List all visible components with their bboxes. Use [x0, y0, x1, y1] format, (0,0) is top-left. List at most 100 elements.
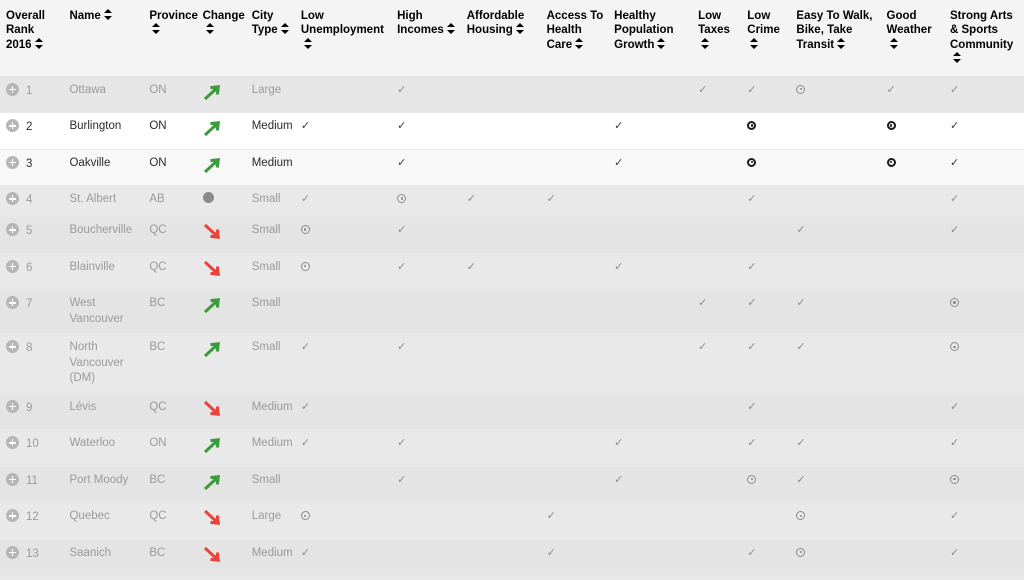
table-row[interactable]: 13 Saanich BC Medium ✓ ✓ ✓ ✓: [0, 539, 1024, 577]
expand-plus-icon[interactable]: [6, 223, 19, 237]
column-header-high_inc[interactable]: High Incomes: [391, 0, 461, 77]
mark-cell-weather: [880, 575, 944, 580]
sort-toggle-icon[interactable]: [889, 37, 898, 49]
rank-value: 4: [26, 194, 33, 207]
table-row[interactable]: 12 Quebec QC Large ✓ ✓: [0, 502, 1024, 540]
column-header-low_crime[interactable]: Low Crime: [741, 0, 791, 77]
column-header-pop_growth[interactable]: Healthy Population Growth: [608, 0, 693, 77]
rank-cell: 14: [0, 575, 64, 580]
mark-cell-arts: ✓: [944, 502, 1024, 540]
check-mark-icon: ✓: [796, 437, 806, 450]
mark-cell-high_inc: [391, 289, 461, 335]
table-row[interactable]: 1 Ottawa ON Large ✓ ✓ ✓ ✓ ✓: [0, 76, 1024, 114]
sort-toggle-icon[interactable]: [515, 23, 524, 35]
expand-plus-icon[interactable]: [6, 399, 19, 413]
check-mark-icon: ✓: [397, 341, 407, 354]
column-header-label: Low Crime: [747, 10, 780, 37]
city-name-cell: Port Moody: [63, 466, 144, 504]
table-row[interactable]: 7 West Vancouver BC Small ✓ ✓ ✓: [0, 289, 1024, 335]
mark-cell-transit: [790, 112, 881, 150]
mark-cell-weather: ✓: [880, 76, 944, 114]
mark-cell-low_unemp: [294, 149, 392, 187]
expand-plus-icon[interactable]: [6, 509, 19, 523]
table-row[interactable]: 3 Oakville ON Medium ✓ ✓ ✓: [0, 149, 1024, 187]
column-header-afford_hous[interactable]: Affordable Housing: [460, 0, 541, 77]
sort-toggle-icon[interactable]: [750, 37, 759, 49]
expand-plus-icon[interactable]: [6, 436, 19, 450]
sort-toggle-icon[interactable]: [152, 23, 161, 35]
column-header-label: Strong Arts & Sports Community: [950, 10, 1014, 51]
mark-cell-low_unemp: ✓: [294, 333, 392, 394]
expand-plus-icon[interactable]: [6, 296, 19, 310]
column-header-label: Low Unemployment: [300, 10, 384, 37]
city-type-cell: Medium: [245, 149, 295, 187]
green-up-arrow-icon: [203, 156, 225, 174]
sort-toggle-icon[interactable]: [280, 23, 289, 35]
column-header-low_taxes[interactable]: Low Taxes: [692, 0, 742, 77]
column-header-city_type[interactable]: City Type: [245, 0, 295, 77]
table-row[interactable]: 2 Burlington ON Medium ✓ ✓ ✓ ✓: [0, 112, 1024, 150]
column-header-transit[interactable]: Easy To Walk, Bike, Take Transit: [790, 0, 881, 77]
check-mark-icon: ✓: [300, 193, 311, 206]
table-row[interactable]: 11 Port Moody BC Small ✓ ✓ ✓: [0, 466, 1024, 504]
expand-plus-icon[interactable]: [6, 155, 19, 169]
expand-plus-icon[interactable]: [6, 472, 19, 486]
column-header-province[interactable]: Province: [143, 0, 198, 77]
sort-toggle-icon[interactable]: [446, 23, 455, 35]
expand-plus-icon[interactable]: [6, 192, 19, 206]
table-row[interactable]: 5 Boucherville QC Small ✓ ✓ ✓: [0, 216, 1024, 254]
table-row[interactable]: 6 Blainville QC Small ✓ ✓ ✓ ✓: [0, 253, 1024, 291]
change-cell: [196, 112, 246, 150]
expand-plus-icon[interactable]: [6, 545, 19, 559]
table-row[interactable]: 14DeltaBCMedium✓✓✓✓: [0, 575, 1024, 580]
check-mark-icon: ✓: [698, 341, 708, 354]
city-name-cell: Blainville: [63, 253, 144, 291]
column-header-health_care[interactable]: Access To Health Care: [540, 0, 609, 77]
rank-value: 12: [26, 511, 39, 524]
city-type-cell: Small: [245, 289, 295, 335]
sort-toggle-icon[interactable]: [657, 37, 666, 49]
sort-toggle-icon[interactable]: [701, 37, 710, 49]
ranking-table-page: Overall Rank 2016 Name Province Change City …: [0, 0, 1024, 580]
mark-cell-pop_growth: [608, 185, 693, 218]
column-header-arts[interactable]: Strong Arts & Sports Community: [944, 0, 1024, 77]
expand-plus-icon[interactable]: [6, 119, 19, 133]
table-header-row: Overall Rank 2016 Name Province Change City …: [0, 0, 1024, 77]
column-header-name[interactable]: Name: [63, 0, 144, 77]
gear-mark-icon: [747, 121, 757, 131]
change-cell: [196, 216, 246, 254]
mark-cell-weather: [880, 429, 944, 467]
column-header-label: City Type: [251, 10, 278, 37]
sort-toggle-icon[interactable]: [103, 9, 112, 20]
column-header-rank[interactable]: Overall Rank 2016: [0, 0, 64, 77]
mark-cell-low_unemp: ✓: [294, 185, 392, 218]
sort-toggle-icon[interactable]: [837, 37, 846, 49]
table-row[interactable]: 4 St. Albert AB Small ✓ ✓ ✓ ✓ ✓: [0, 185, 1024, 218]
mark-cell-afford_hous: ✓: [460, 253, 541, 291]
table-row[interactable]: 9 Lévis QC Medium ✓ ✓ ✓: [0, 393, 1024, 431]
check-mark-icon: ✓: [546, 193, 556, 206]
mark-cell-low_unemp: [294, 253, 392, 291]
sort-toggle-icon[interactable]: [575, 37, 584, 49]
expand-plus-icon[interactable]: [6, 82, 19, 96]
table-row[interactable]: 10 Waterloo ON Medium ✓ ✓ ✓ ✓ ✓ ✓: [0, 429, 1024, 467]
column-header-weather[interactable]: Good Weather: [880, 0, 944, 77]
column-header-change[interactable]: Change: [196, 0, 246, 77]
expand-plus-icon[interactable]: [6, 259, 19, 273]
mark-cell-low_crime: [741, 575, 791, 580]
change-cell: [196, 539, 246, 577]
column-header-low_unemp[interactable]: Low Unemployment: [294, 0, 392, 77]
expand-plus-icon[interactable]: [6, 340, 19, 354]
check-mark-icon: ✓: [397, 437, 407, 450]
table-row[interactable]: 8 North Vancouver (DM) BC Small ✓ ✓ ✓ ✓ ✓: [0, 333, 1024, 394]
change-cell: [196, 149, 246, 187]
check-mark-icon: ✓: [747, 400, 757, 413]
table-head: Overall Rank 2016 Name Province Change City …: [0, 0, 1024, 77]
sort-toggle-icon[interactable]: [34, 37, 43, 49]
gear-mark-icon: [796, 84, 806, 94]
sort-toggle-icon[interactable]: [953, 52, 961, 64]
mark-cell-high_inc: ✓: [391, 333, 461, 394]
sort-toggle-icon[interactable]: [205, 23, 214, 35]
sort-toggle-icon[interactable]: [303, 37, 312, 49]
mark-cell-low_taxes: [692, 539, 742, 577]
